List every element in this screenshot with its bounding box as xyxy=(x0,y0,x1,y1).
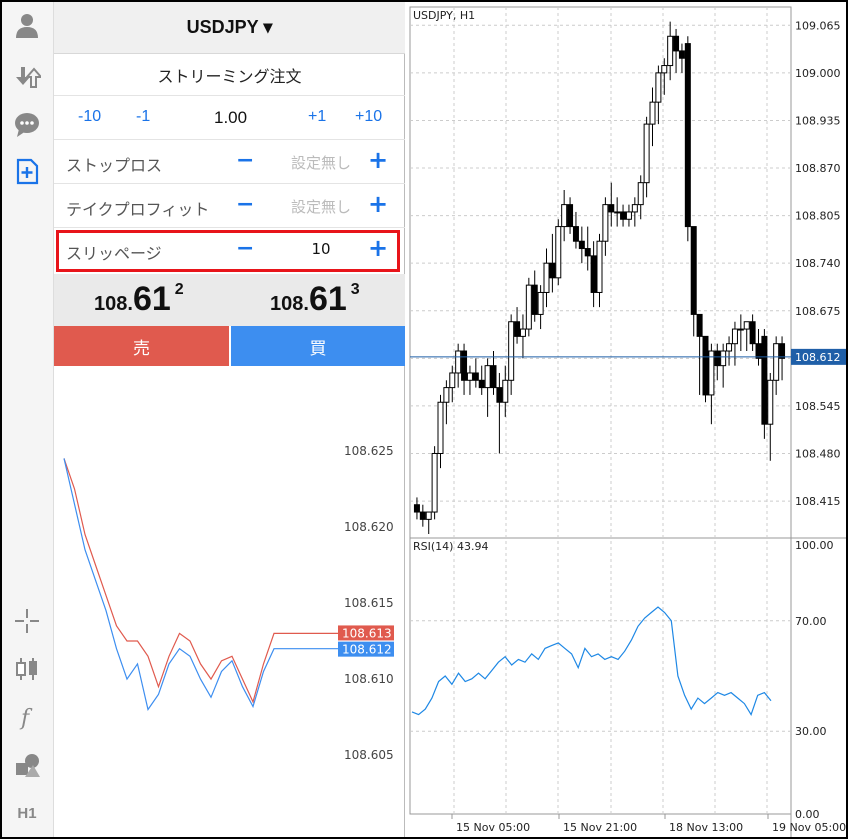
app-window: f H1 USDJPY ▾ ストリーミング注文 -10 -1 1.00 +1 +… xyxy=(2,2,846,837)
candle xyxy=(684,36,691,242)
price-chart[interactable]: 109.065 109.000 108.935 108.870 108.805 108.7… xyxy=(406,2,846,837)
order-type-header[interactable]: ストリーミング注文 xyxy=(54,54,405,96)
take-profit-label: テイクプロフィット xyxy=(66,200,210,219)
volume-minus1-button[interactable]: -1 xyxy=(136,108,150,126)
ask-price-tag-label: 108.613 xyxy=(342,626,392,640)
tick-chart[interactable]: 108.625 108.620 108.615 108.610 108.605 108.6… xyxy=(54,366,405,837)
candlestick-icon[interactable] xyxy=(12,654,42,684)
timeframe-label: H1 xyxy=(17,804,37,822)
rsi-tick-label: 0.00 xyxy=(795,808,820,821)
volume-plus1-button[interactable]: +1 xyxy=(308,108,326,126)
order-panel: USDJPY ▾ ストリーミング注文 -10 -1 1.00 +1 +10 スト… xyxy=(54,2,405,837)
tick-axis-label: 108.620 xyxy=(344,520,394,534)
ask-price-big: 61 xyxy=(308,280,347,318)
stop-loss-field[interactable]: 設定無し xyxy=(276,152,366,173)
timeframe-icon[interactable]: H1 xyxy=(12,798,42,828)
take-profit-minus-button[interactable]: − xyxy=(236,192,254,217)
crosshair-icon[interactable] xyxy=(12,606,42,636)
current-price-label: 108.612 xyxy=(795,351,841,364)
sell-button[interactable]: 売 xyxy=(54,326,229,366)
sell-button-label: 売 xyxy=(133,338,150,359)
rsi-tick-label: 100.00 xyxy=(795,539,834,552)
time-label: 19 Nov 05:00 xyxy=(772,821,846,834)
time-label: 15 Nov 21:00 xyxy=(563,821,637,834)
stop-loss-label: ストップロス xyxy=(66,156,163,175)
volume-plus10-button[interactable]: +10 xyxy=(355,108,382,126)
buy-button-label: 買 xyxy=(309,338,327,359)
bid-price-sup: 2 xyxy=(174,281,184,298)
volume-minus10-button[interactable]: -10 xyxy=(78,108,101,126)
time-label: 18 Nov 13:00 xyxy=(669,821,743,834)
price-tick-label: 108.415 xyxy=(795,495,841,508)
rsi-title: RSI(14) 43.94 xyxy=(413,540,488,553)
ask-price: 108.61 3 xyxy=(270,280,360,319)
price-tick-label: 108.740 xyxy=(795,257,841,270)
slippage-highlight xyxy=(56,230,400,272)
candle xyxy=(525,277,532,337)
time-label: 15 Nov 05:00 xyxy=(456,821,530,834)
price-tick-label: 108.480 xyxy=(795,447,841,460)
rsi-tick-label: 70.00 xyxy=(795,615,827,628)
bid-price-prefix: 108. xyxy=(94,293,133,315)
buy-button[interactable]: 買 xyxy=(231,326,405,366)
take-profit-field[interactable]: 設定無し xyxy=(276,196,366,217)
price-tick-label: 108.545 xyxy=(795,400,841,413)
tick-axis-label: 108.610 xyxy=(344,672,394,686)
tool-rail: f H1 xyxy=(2,2,54,837)
rsi-tick-label: 30.00 xyxy=(795,725,827,738)
stop-loss-row: ストップロス − 設定無し + xyxy=(54,140,405,184)
bid-price-tag-label: 108.612 xyxy=(342,643,392,657)
bid-price: 108.61 2 xyxy=(94,280,184,319)
take-profit-row: テイクプロフィット − 設定無し + xyxy=(54,184,405,228)
ask-price-prefix: 108. xyxy=(270,293,309,315)
new-order-icon[interactable] xyxy=(12,156,42,186)
order-type-label: ストリーミング注文 xyxy=(157,66,302,86)
candle xyxy=(761,329,768,439)
tick-axis-label: 108.625 xyxy=(344,444,394,458)
ask-price-sup: 3 xyxy=(350,281,360,298)
chat-icon[interactable] xyxy=(12,110,42,140)
ask-line xyxy=(63,458,348,704)
bid-price-big: 61 xyxy=(132,280,171,318)
stop-loss-minus-button[interactable]: − xyxy=(236,148,254,173)
tick-axis-label: 108.605 xyxy=(344,748,394,762)
symbol-label: USDJPY ▾ xyxy=(186,17,273,37)
price-tick-label: 108.935 xyxy=(795,114,841,127)
take-profit-plus-button[interactable]: + xyxy=(368,190,388,218)
price-tick-label: 109.065 xyxy=(795,19,841,32)
function-icon[interactable]: f xyxy=(12,702,42,732)
stop-loss-plus-button[interactable]: + xyxy=(368,146,388,174)
candle xyxy=(702,335,709,403)
user-icon[interactable] xyxy=(12,10,42,40)
price-tick-label: 108.675 xyxy=(795,305,841,318)
svg-text:f: f xyxy=(19,706,33,731)
chart-plot-frame xyxy=(409,6,792,815)
price-tick-label: 108.805 xyxy=(795,210,841,223)
price-display: 108.61 2 108.61 3 xyxy=(54,274,405,326)
price-tick-label: 108.870 xyxy=(795,162,841,175)
trade-icon[interactable] xyxy=(12,62,42,92)
objects-icon[interactable] xyxy=(12,750,42,780)
chart-title: USDJPY, H1 xyxy=(413,9,475,22)
candle xyxy=(431,446,438,520)
candle xyxy=(555,219,562,286)
volume-stepper: -10 -1 1.00 +1 +10 xyxy=(54,96,405,140)
symbol-selector[interactable]: USDJPY ▾ xyxy=(54,2,405,54)
volume-value[interactable]: 1.00 xyxy=(214,108,247,128)
tick-axis-label: 108.615 xyxy=(344,596,394,610)
price-tick-label: 109.000 xyxy=(795,67,841,80)
